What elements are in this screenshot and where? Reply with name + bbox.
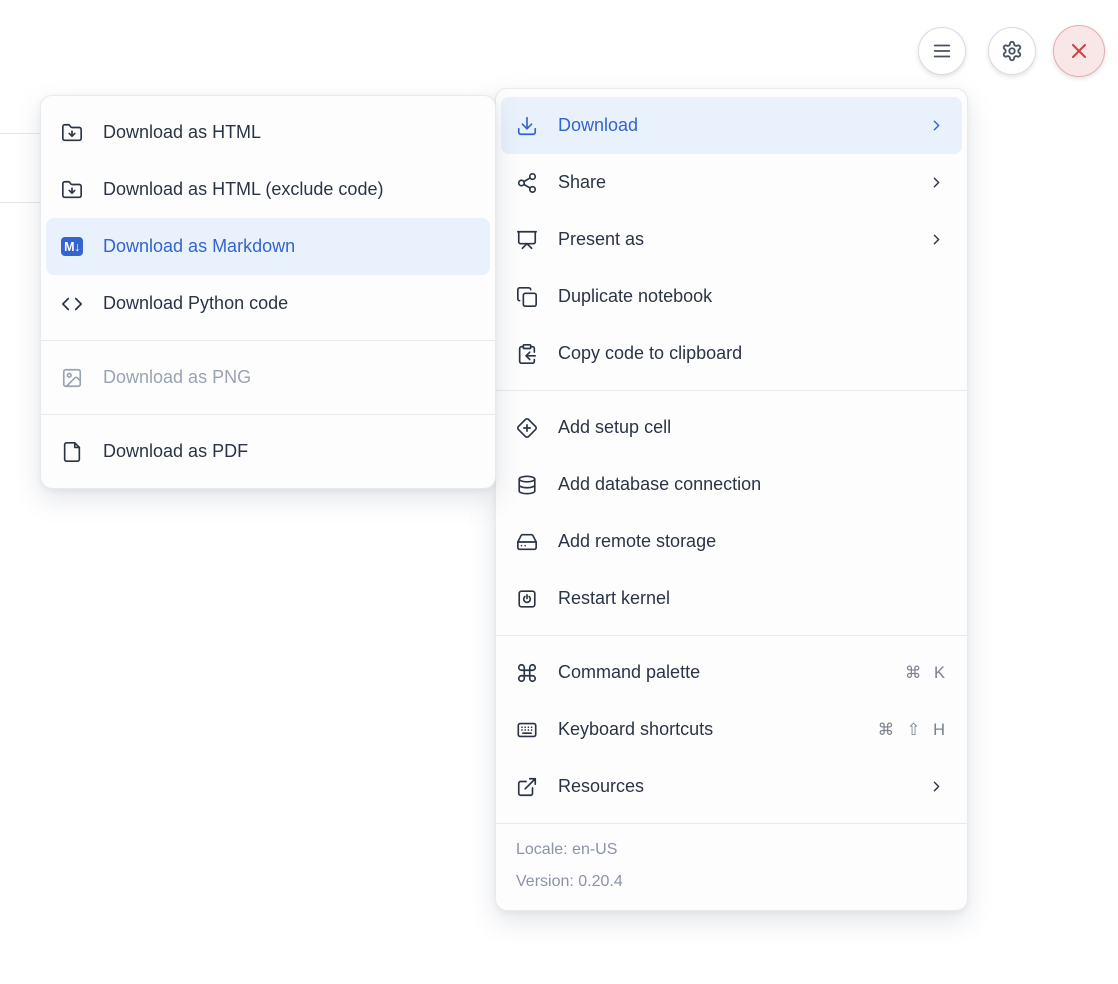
keyboard-shortcut-hint: ⌘ ⇧ H <box>878 720 945 740</box>
menu-item-label: Duplicate notebook <box>558 286 712 307</box>
menu-item-add-setup-cell[interactable]: Add setup cell <box>501 399 962 456</box>
menu-item-label: Add setup cell <box>558 417 671 438</box>
locale-text: Locale: en-US <box>516 834 947 866</box>
submenu-section-documents: Download as HTML Download as HTML (exclu… <box>41 96 495 340</box>
settings-button[interactable] <box>988 27 1036 75</box>
menu-item-command-palette[interactable]: Command palette ⌘ K <box>501 644 962 701</box>
power-icon <box>516 588 538 610</box>
menu-item-copy-code[interactable]: Copy code to clipboard <box>501 325 962 382</box>
notebook-menu-button[interactable] <box>918 27 966 75</box>
submenu-item-label: Download as PDF <box>103 441 248 462</box>
keyboard-shortcut-hint: ⌘ K <box>905 663 945 683</box>
menu-section-help: Command palette ⌘ K Keyboard shortcuts ⌘… <box>496 636 967 823</box>
duplicate-icon <box>516 286 538 308</box>
submenu-item-label: Download Python code <box>103 293 288 314</box>
gear-icon <box>1001 40 1023 62</box>
menu-item-label: Share <box>558 172 606 193</box>
menu-item-label: Restart kernel <box>558 588 670 609</box>
download-submenu: Download as HTML Download as HTML (exclu… <box>40 95 496 489</box>
close-app-button[interactable] <box>1053 25 1105 77</box>
menu-item-label: Download <box>558 115 638 136</box>
menu-section-share: Download Share Present as <box>496 89 967 390</box>
submenu-item-download-html-exclude-code[interactable]: Download as HTML (exclude code) <box>46 161 490 218</box>
menu-item-restart-kernel[interactable]: Restart kernel <box>501 570 962 627</box>
menu-item-label: Command palette <box>558 662 700 683</box>
close-icon <box>1067 39 1091 63</box>
hamburger-icon <box>931 40 953 62</box>
markdown-icon: M↓ <box>61 236 83 258</box>
submenu-item-download-pdf[interactable]: Download as PDF <box>46 423 490 480</box>
keyboard-icon <box>516 719 538 741</box>
menu-item-keyboard-shortcuts[interactable]: Keyboard shortcuts ⌘ ⇧ H <box>501 701 962 758</box>
database-icon <box>516 474 538 496</box>
menu-item-share[interactable]: Share <box>501 154 962 211</box>
submenu-item-label: Download as HTML <box>103 122 261 143</box>
submenu-item-download-png[interactable]: Download as PNG <box>46 349 490 406</box>
chevron-right-icon <box>928 778 945 795</box>
file-icon <box>61 441 83 463</box>
page-rule-bottom <box>0 202 40 203</box>
menu-item-present-as[interactable]: Present as <box>501 211 962 268</box>
submenu-section-pdf: Download as PDF <box>41 415 495 488</box>
folder-download-icon <box>61 179 83 201</box>
menu-item-label: Resources <box>558 776 644 797</box>
menu-item-label: Copy code to clipboard <box>558 343 742 364</box>
download-icon <box>516 115 538 137</box>
clipboard-copy-icon <box>516 343 538 365</box>
menu-item-add-remote-storage[interactable]: Add remote storage <box>501 513 962 570</box>
submenu-item-label: Download as Markdown <box>103 236 295 257</box>
submenu-item-download-python[interactable]: Download Python code <box>46 275 490 332</box>
submenu-item-download-markdown[interactable]: M↓ Download as Markdown <box>46 218 490 275</box>
menu-item-duplicate-notebook[interactable]: Duplicate notebook <box>501 268 962 325</box>
submenu-item-label: Download as PNG <box>103 367 251 388</box>
chevron-right-icon <box>928 231 945 248</box>
menu-footer: Locale: en-US Version: 0.20.4 <box>496 824 967 910</box>
folder-download-icon <box>61 122 83 144</box>
submenu-item-label: Download as HTML (exclude code) <box>103 179 383 200</box>
chevron-right-icon <box>928 117 945 134</box>
share-icon <box>516 172 538 194</box>
page-rule-top <box>0 133 40 134</box>
hard-drive-icon <box>516 531 538 553</box>
menu-section-notebook-actions: Add setup cell Add database connection A… <box>496 391 967 635</box>
menu-item-label: Keyboard shortcuts <box>558 719 713 740</box>
menu-item-label: Add database connection <box>558 474 761 495</box>
submenu-item-download-html[interactable]: Download as HTML <box>46 104 490 161</box>
command-icon <box>516 662 538 684</box>
menu-item-resources[interactable]: Resources <box>501 758 962 815</box>
image-icon <box>61 367 83 389</box>
external-link-icon <box>516 776 538 798</box>
chevron-right-icon <box>928 174 945 191</box>
diamond-plus-icon <box>516 417 538 439</box>
code-icon <box>61 293 83 315</box>
notebook-menu: Download Share Present as <box>495 88 968 911</box>
markdown-badge: M↓ <box>61 237 83 256</box>
menu-item-add-database[interactable]: Add database connection <box>501 456 962 513</box>
menu-item-download[interactable]: Download <box>501 97 962 154</box>
presentation-icon <box>516 229 538 251</box>
menu-item-label: Add remote storage <box>558 531 716 552</box>
menu-item-label: Present as <box>558 229 644 250</box>
submenu-section-png: Download as PNG <box>41 341 495 414</box>
version-text: Version: 0.20.4 <box>516 866 947 898</box>
